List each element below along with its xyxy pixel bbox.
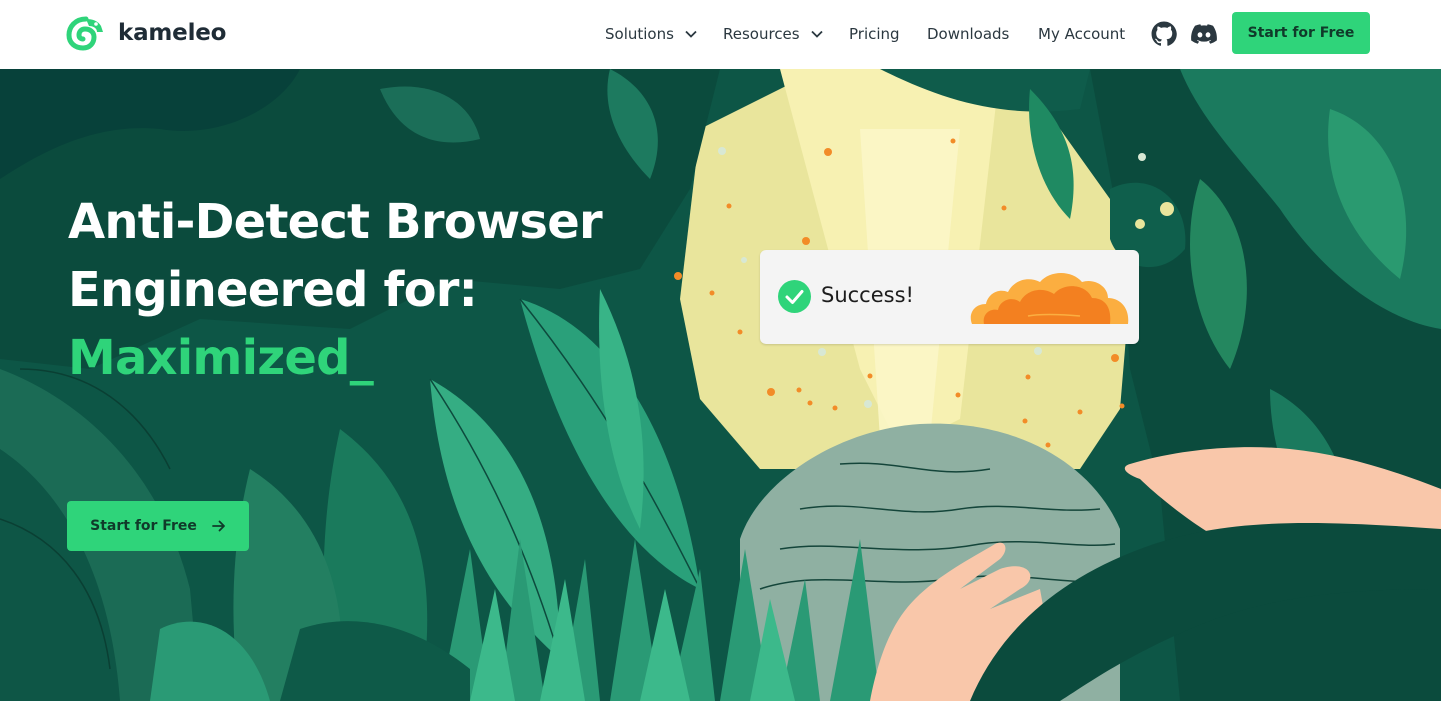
brand-name: kameleo <box>118 20 227 46</box>
captcha-success-card: Success! <box>760 250 1139 344</box>
hero-cta-label: Start for Free <box>90 518 197 534</box>
cloudflare-cloud-icon <box>970 273 1129 324</box>
hero-headline: Anti-Detect Browser Engineered for: Maxi… <box>68 188 603 392</box>
chevron-down-icon <box>810 30 823 38</box>
hero-start-for-free-button[interactable]: Start for Free <box>67 501 249 551</box>
nav-resources-label: Resources <box>723 25 800 43</box>
chevron-down-icon <box>685 30 697 38</box>
start-for-free-button[interactable]: Start for Free <box>1232 12 1370 54</box>
github-icon[interactable] <box>1151 21 1177 47</box>
nav-solutions[interactable]: Solutions <box>605 22 697 46</box>
nav-resources[interactable]: Resources <box>723 22 823 46</box>
hero-section: Anti-Detect Browser Engineered for: Maxi… <box>0 69 1441 701</box>
headline-line-2: Engineered for: <box>68 262 478 318</box>
top-navigation: kameleo Solutions Resources Pricing Down… <box>0 0 1441 69</box>
discord-icon[interactable] <box>1191 21 1217 47</box>
headline-line-1: Anti-Detect Browser <box>68 194 603 250</box>
nav-downloads[interactable]: Downloads <box>927 22 1009 46</box>
success-status-text: Success! <box>821 283 914 307</box>
headline-animated-word: Maximized_ <box>68 330 374 386</box>
nav-solutions-label: Solutions <box>605 25 674 43</box>
nav-my-account[interactable]: My Account <box>1038 22 1125 46</box>
nav-pricing[interactable]: Pricing <box>849 22 900 46</box>
check-circle-icon <box>778 280 811 313</box>
logo-link[interactable]: kameleo <box>66 15 226 51</box>
arrow-right-icon <box>211 520 225 532</box>
chameleon-logo-icon <box>66 16 103 51</box>
